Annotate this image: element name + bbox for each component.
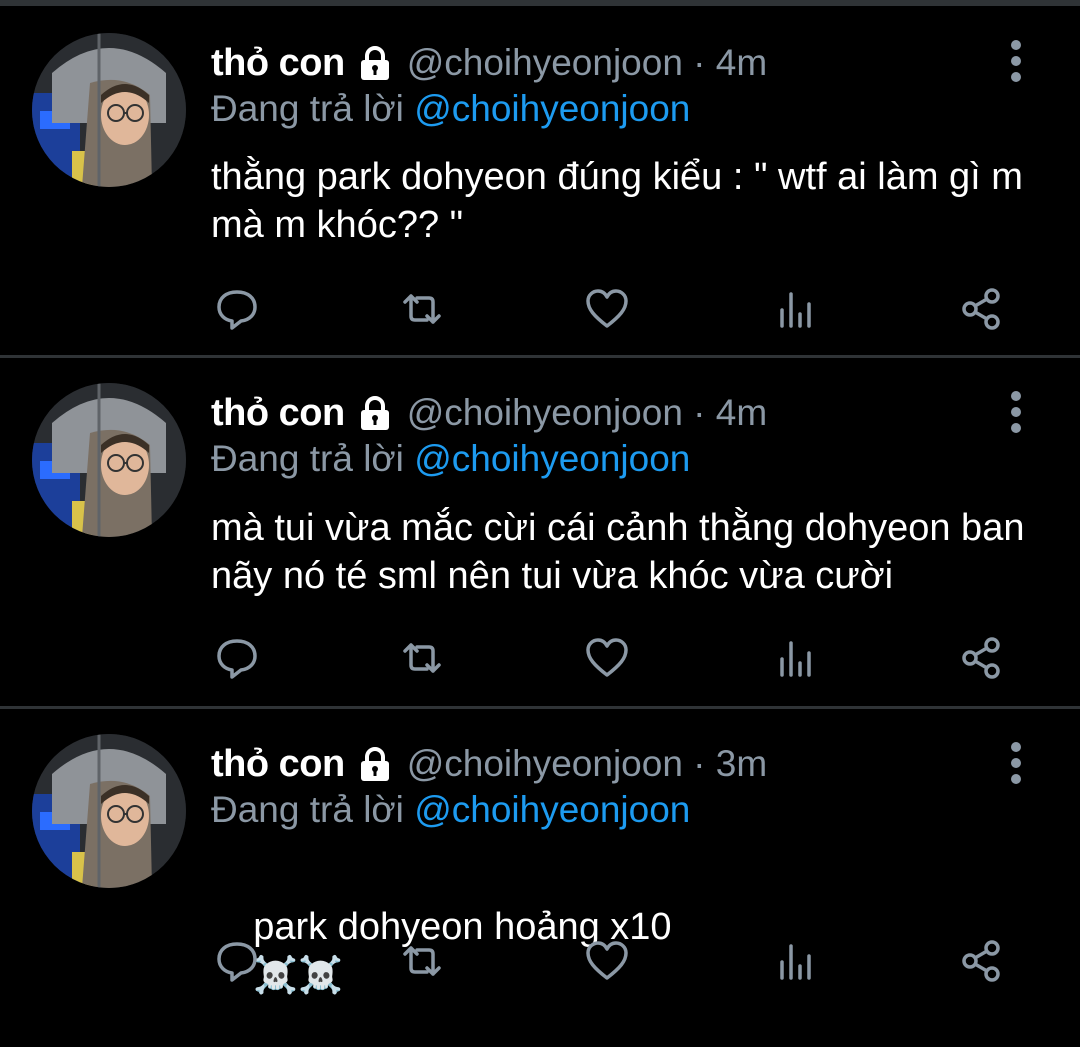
reply-handle-link[interactable]: @choihyeonjoon [414, 789, 690, 830]
tweet-header: thỏ con @choihyeonjoon · 4m [211, 38, 767, 88]
like-icon[interactable] [582, 284, 632, 334]
like-icon[interactable] [582, 633, 632, 683]
handle-and-time[interactable]: @choihyeonjoon · 3m [407, 743, 767, 785]
share-icon[interactable] [956, 284, 1006, 334]
display-name[interactable]: thỏ con [211, 743, 345, 786]
tweet-3[interactable]: thỏ con @choihyeonjoon · 3m Đang trả lời… [0, 709, 1080, 1012]
replying-to: Đang trả lời @choihyeonjoon [211, 789, 690, 831]
lock-icon [360, 396, 389, 430]
handle-and-time[interactable]: @choihyeonjoon · 4m [407, 42, 767, 84]
reply-prefix: Đang trả lời [211, 789, 404, 830]
reply-prefix: Đang trả lời [211, 88, 404, 129]
retweet-icon[interactable] [397, 936, 447, 986]
replying-to: Đang trả lời @choihyeonjoon [211, 438, 690, 480]
share-icon[interactable] [956, 633, 1006, 683]
analytics-icon[interactable] [771, 284, 821, 334]
reply-icon[interactable] [212, 284, 262, 334]
tweet-header: thỏ con @choihyeonjoon · 4m [211, 388, 767, 438]
lock-icon [360, 46, 389, 80]
tweet-text: thằng park dohyeon đúng kiểu : " wtf ai … [211, 156, 1034, 246]
avatar[interactable] [32, 383, 186, 537]
display-name[interactable]: thỏ con [211, 392, 345, 435]
retweet-icon[interactable] [397, 284, 447, 334]
tweet-text: mà tui vừa mắc cừi cái cảnh thằng dohyeo… [211, 507, 1036, 597]
tweet-2[interactable]: thỏ con @choihyeonjoon · 4m Đang trả lời… [0, 358, 1080, 708]
more-options-icon[interactable] [1004, 391, 1028, 435]
reply-handle-link[interactable]: @choihyeonjoon [414, 88, 690, 129]
analytics-icon[interactable] [771, 936, 821, 986]
like-icon[interactable] [582, 936, 632, 986]
tweet-actions [0, 936, 1080, 986]
tweet-1[interactable]: thỏ con @choihyeonjoon · 4m Đang trả lời… [0, 0, 1080, 358]
share-icon[interactable] [956, 936, 1006, 986]
avatar[interactable] [32, 33, 186, 187]
display-name[interactable]: thỏ con [211, 42, 345, 85]
tweet-actions [0, 633, 1080, 683]
more-options-icon[interactable] [1004, 40, 1028, 84]
tweet-actions [0, 284, 1080, 334]
reply-prefix: Đang trả lời [211, 438, 404, 479]
more-options-icon[interactable] [1004, 742, 1028, 786]
retweet-icon[interactable] [397, 633, 447, 683]
tweet-header: thỏ con @choihyeonjoon · 3m [211, 739, 767, 789]
reply-icon[interactable] [212, 633, 262, 683]
reply-handle-link[interactable]: @choihyeonjoon [414, 438, 690, 479]
analytics-icon[interactable] [771, 633, 821, 683]
lock-icon [360, 747, 389, 781]
reply-icon[interactable] [212, 936, 262, 986]
handle-and-time[interactable]: @choihyeonjoon · 4m [407, 392, 767, 434]
replying-to: Đang trả lời @choihyeonjoon [211, 88, 690, 130]
avatar[interactable] [32, 734, 186, 888]
